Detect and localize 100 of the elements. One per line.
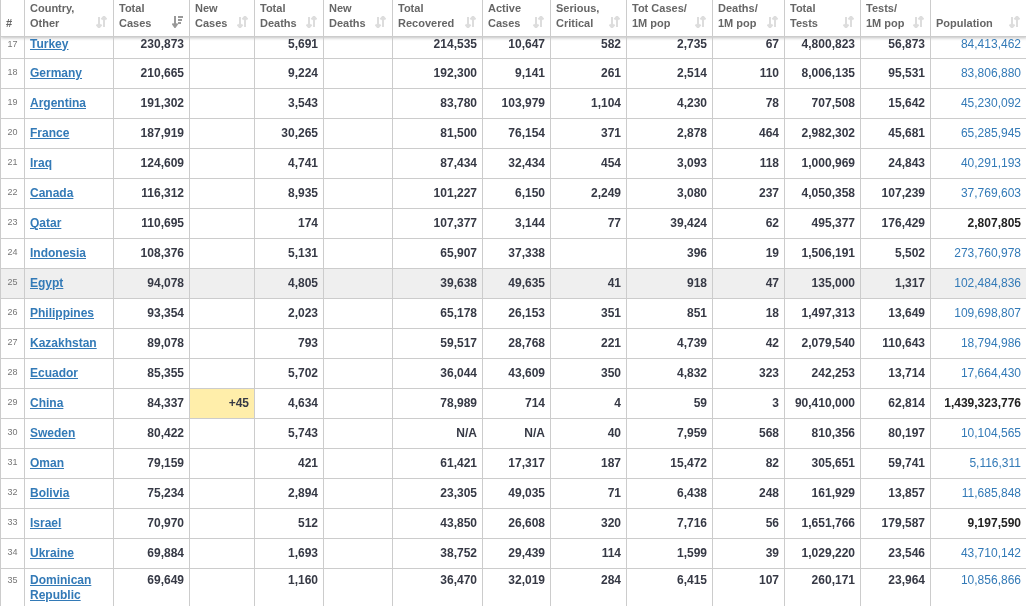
table-cell: 242,253 xyxy=(784,358,861,388)
column-header[interactable]: Tests/ 1M pop xyxy=(860,0,931,36)
table-cell: 17,317 xyxy=(482,448,551,478)
table-cell: 84,337 xyxy=(113,388,190,418)
table-cell: 495,377 xyxy=(784,208,861,238)
table-cell: 78,989 xyxy=(392,388,483,418)
table-cell: 26,153 xyxy=(482,298,551,328)
table-cell: 28,768 xyxy=(482,328,551,358)
table-cell: 69,884 xyxy=(113,538,190,568)
table-cell: 187,919 xyxy=(113,118,190,148)
table-cell: 90,410,000 xyxy=(784,388,861,418)
table-cell: 221 xyxy=(550,328,627,358)
table-cell: 62 xyxy=(712,208,785,238)
table-cell: 3,093 xyxy=(626,148,713,178)
table-cell: 4,741 xyxy=(254,148,324,178)
table-cell: 918 xyxy=(626,268,713,298)
table-cell: 9,141 xyxy=(482,58,551,88)
table-cell: 179,587 xyxy=(860,508,931,538)
rank-cell: 28 xyxy=(0,358,25,388)
table-cell: 512 xyxy=(254,508,324,538)
table-cell: 3,543 xyxy=(254,88,324,118)
table-cell: 464 xyxy=(712,118,785,148)
country-link[interactable]: Iraq xyxy=(30,154,52,172)
rank-cell: 25 xyxy=(0,268,25,298)
table-cell: 59,741 xyxy=(860,448,931,478)
table-cell: 78 xyxy=(712,88,785,118)
table-cell: 8,006,135 xyxy=(784,58,861,88)
table-cell: 114 xyxy=(550,538,627,568)
rank-cell: 34 xyxy=(0,538,25,568)
table-cell: 107,377 xyxy=(392,208,483,238)
table-cell: 191,302 xyxy=(113,88,190,118)
column-header[interactable]: Total Deaths xyxy=(254,0,324,36)
table-cell: 396 xyxy=(626,238,713,268)
table-cell: 42 xyxy=(712,328,785,358)
column-header[interactable]: Serious, Critical xyxy=(550,0,627,36)
table-cell: 135,000 xyxy=(784,268,861,298)
table-cell: 305,651 xyxy=(784,448,861,478)
rank-cell: 27 xyxy=(0,328,25,358)
column-header[interactable]: Deaths/ 1M pop xyxy=(712,0,785,36)
table-cell: 568 xyxy=(712,418,785,448)
column-header[interactable]: Total Tests xyxy=(784,0,861,36)
table-cell: 248 xyxy=(712,478,785,508)
table-cell: 94,078 xyxy=(113,268,190,298)
table-cell: 261 xyxy=(550,58,627,88)
table-cell: 81,500 xyxy=(392,118,483,148)
table-cell: 49,035 xyxy=(482,478,551,508)
column-header[interactable]: Population xyxy=(930,0,1026,36)
table-cell: 1,317 xyxy=(860,268,931,298)
table-cell: 124,609 xyxy=(113,148,190,178)
table-cell: 4,800,823 xyxy=(784,36,861,58)
table-cell: 103,979 xyxy=(482,88,551,118)
table-cell: 43,850 xyxy=(392,508,483,538)
table-cell: 77 xyxy=(550,208,627,238)
column-header[interactable]: Tot Cases/ 1M pop xyxy=(626,0,713,36)
table-cell: 56 xyxy=(712,508,785,538)
rank-cell: 35 xyxy=(0,568,25,606)
table-cell: 59,517 xyxy=(392,328,483,358)
column-header[interactable]: New Cases xyxy=(189,0,255,36)
table-cell: 71 xyxy=(550,478,627,508)
column-header: # xyxy=(0,0,25,36)
table-cell: 2,982,302 xyxy=(784,118,861,148)
table-cell: 62,814 xyxy=(860,388,931,418)
table-cell: 4,739 xyxy=(626,328,713,358)
table-cell: 237 xyxy=(712,178,785,208)
table-cell: 40 xyxy=(550,418,627,448)
table-cell: 80,422 xyxy=(113,418,190,448)
table-cell: N/A xyxy=(392,418,483,448)
table-cell: 83,780 xyxy=(392,88,483,118)
table-cell: 39,638 xyxy=(392,268,483,298)
column-header[interactable]: New Deaths xyxy=(323,0,393,36)
table-cell: 214,535 xyxy=(392,36,483,58)
table-cell: 2,023 xyxy=(254,298,324,328)
table-cell: 2,735 xyxy=(626,36,713,58)
table-cell: 1,000,969 xyxy=(784,148,861,178)
table-cell: 5,502 xyxy=(860,238,931,268)
table-cell: 3,144 xyxy=(482,208,551,238)
table-cell: 80,197 xyxy=(860,418,931,448)
table-cell: 10,647 xyxy=(482,36,551,58)
column-header[interactable]: Total Cases xyxy=(113,0,190,36)
table-cell: 3 xyxy=(712,388,785,418)
table-cell: 5,131 xyxy=(254,238,324,268)
table-cell: 3,080 xyxy=(626,178,713,208)
table-cell: 4,805 xyxy=(254,268,324,298)
table-cell: 47 xyxy=(712,268,785,298)
table-cell: 2,249 xyxy=(550,178,627,208)
table-cell: 421 xyxy=(254,448,324,478)
table-cell: 76,154 xyxy=(482,118,551,148)
table-cell: 43,609 xyxy=(482,358,551,388)
table-cell: 5,691 xyxy=(254,36,324,58)
table-cell: 1,599 xyxy=(626,538,713,568)
table-cell: 95,531 xyxy=(860,58,931,88)
table-cell: 89,078 xyxy=(113,328,190,358)
column-header[interactable]: Total Recovered xyxy=(392,0,483,36)
rank-cell: 20 xyxy=(0,118,25,148)
population-value: 1,439,323,776 xyxy=(944,396,1021,410)
table-cell: 56,873 xyxy=(860,36,931,58)
table-cell: 15,642 xyxy=(860,88,931,118)
column-header[interactable]: Active Cases xyxy=(482,0,551,36)
table-cell: 107,239 xyxy=(860,178,931,208)
column-header[interactable]: Country, Other xyxy=(24,0,114,36)
